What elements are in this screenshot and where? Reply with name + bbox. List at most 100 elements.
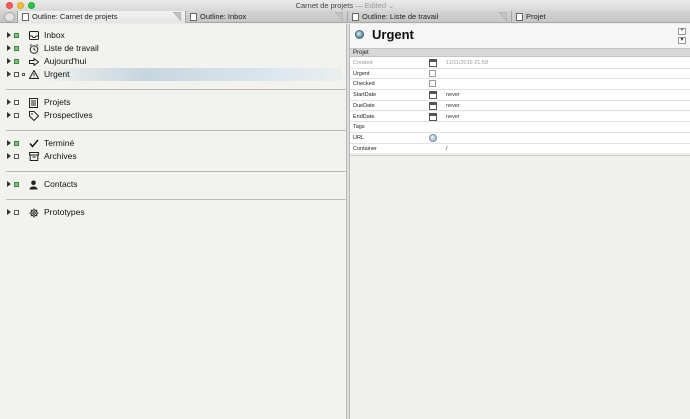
globe-icon[interactable]	[429, 133, 437, 142]
window-title: Carnet de projets — Edited ⌄	[0, 1, 690, 10]
separator	[6, 199, 346, 200]
property-key: Tags	[353, 124, 365, 131]
property-key: Urgent	[353, 70, 370, 77]
status-dot-icon	[14, 59, 19, 64]
outline-item-label: Prototypes	[44, 207, 85, 217]
document-icon	[22, 13, 29, 21]
property-key: Container	[353, 145, 377, 152]
expand-triangle-icon[interactable]	[7, 32, 11, 38]
status-dot-icon	[14, 182, 19, 187]
status-dot-icon	[14, 33, 19, 38]
tab-bar: Outline: Carnet de projets Outline: Inbo…	[0, 11, 690, 23]
separator	[6, 171, 346, 172]
property-value[interactable]: never	[446, 103, 460, 109]
expand-triangle-icon[interactable]	[7, 153, 11, 159]
property-key: StartDate	[353, 92, 377, 99]
drag-handle-icon[interactable]	[22, 73, 25, 76]
tab-label: Outline: Inbox	[200, 12, 247, 21]
outline-pane: Inbox Liste de travail Aujourd'hui Urgen…	[0, 24, 346, 419]
expand-triangle-icon[interactable]	[7, 112, 11, 118]
expand-triangle-icon[interactable]	[7, 209, 11, 215]
expand-triangle-icon[interactable]	[7, 99, 11, 105]
arrow-right-icon	[28, 56, 39, 67]
add-attribute-button[interactable]: +	[678, 28, 686, 35]
inspector-title: Urgent	[372, 27, 414, 42]
tab-outline-inbox[interactable]: Outline: Inbox	[185, 11, 347, 23]
outline-item-label: Prospectives	[44, 110, 93, 120]
tab-fold-icon	[335, 12, 343, 21]
outline-item-aujourdhui[interactable]: Aujourd'hui	[0, 55, 346, 68]
calendar-icon[interactable]	[429, 112, 437, 121]
edited-indicator[interactable]: — Edited ⌄	[355, 1, 394, 10]
outline-item-archives[interactable]: Archives	[0, 150, 346, 163]
inspector-menu-button[interactable]: ▾	[678, 37, 686, 44]
property-key: EndDate	[353, 113, 375, 120]
status-dot-icon	[14, 100, 19, 105]
property-row-checked: Checked	[350, 79, 690, 91]
property-value: /	[446, 145, 448, 152]
property-row-tags[interactable]: Tags	[350, 122, 690, 133]
outline-item-liste-de-travail[interactable]: Liste de travail	[0, 42, 346, 55]
tab-fold-icon	[499, 12, 507, 21]
property-row-startdate: StartDate never	[350, 90, 690, 101]
expand-triangle-icon[interactable]	[7, 45, 11, 51]
document-icon	[516, 13, 523, 21]
tab-fold-icon	[173, 12, 181, 21]
checked-checkbox[interactable]	[429, 80, 436, 88]
tag-icon	[28, 110, 39, 121]
calendar-icon[interactable]	[429, 91, 437, 100]
archive-box-icon	[28, 151, 39, 162]
property-row-url[interactable]: URL	[350, 132, 690, 144]
separator	[6, 89, 346, 90]
tab-label: Projet	[526, 12, 546, 21]
tab-label: Outline: Carnet de projets	[32, 12, 118, 21]
property-key: Checked	[353, 81, 375, 88]
status-dot-icon	[14, 72, 19, 77]
property-value: 11/11/2016 21:58	[446, 60, 489, 66]
list-icon	[28, 97, 39, 108]
expand-triangle-icon[interactable]	[7, 140, 11, 146]
expand-triangle-icon[interactable]	[7, 58, 11, 64]
property-row-urgent: Urgent	[350, 68, 690, 80]
back-button[interactable]	[4, 12, 15, 22]
outline-item-urgent[interactable]: Urgent	[0, 68, 346, 81]
outline-item-contacts[interactable]: Contacts	[0, 178, 346, 191]
separator	[6, 130, 346, 131]
expand-triangle-icon[interactable]	[7, 181, 11, 187]
expand-triangle-icon[interactable]	[7, 71, 11, 77]
outline-item-projets[interactable]: Projets	[0, 96, 346, 109]
property-group-header[interactable]: Projet	[350, 48, 690, 57]
property-value[interactable]: never	[446, 114, 460, 120]
document-icon	[352, 13, 359, 21]
property-row-container: Container /	[350, 143, 690, 155]
title-bar: Carnet de projets — Edited ⌄	[0, 0, 690, 11]
urgent-checkbox[interactable]	[429, 69, 436, 77]
inbox-icon	[28, 30, 39, 41]
calendar-icon[interactable]	[429, 101, 437, 110]
outline-item-label: Aujourd'hui	[44, 56, 87, 66]
tab-projet[interactable]: Projet	[511, 11, 690, 23]
status-circle-icon	[355, 30, 364, 39]
outline-item-label: Archives	[44, 151, 77, 161]
outline-item-inbox[interactable]: Inbox	[0, 29, 346, 42]
status-dot-icon	[14, 210, 19, 215]
calendar-icon[interactable]	[429, 59, 437, 67]
warning-icon	[28, 69, 39, 80]
checkmark-icon	[28, 138, 39, 149]
outline-item-label: Liste de travail	[44, 43, 99, 53]
document-icon	[190, 13, 197, 21]
tab-outline-liste[interactable]: Outline: Liste de travail	[347, 11, 511, 23]
tab-outline-carnet[interactable]: Outline: Carnet de projets	[17, 11, 185, 23]
inspector-header: Urgent + ▾	[350, 24, 690, 48]
gear-icon	[28, 207, 39, 218]
outline-item-prototypes[interactable]: Prototypes	[0, 206, 346, 219]
outline-item-termine[interactable]: Terminé	[0, 137, 346, 150]
outline-item-prospectives[interactable]: Prospectives	[0, 109, 346, 122]
status-dot-icon	[14, 113, 19, 118]
outline-item-label: Urgent	[44, 69, 70, 79]
tab-label: Outline: Liste de travail	[362, 12, 439, 21]
outline-item-label: Inbox	[44, 30, 65, 40]
clock-icon	[28, 43, 39, 54]
property-value[interactable]: never	[446, 92, 460, 98]
notes-text-area[interactable]	[350, 155, 690, 419]
